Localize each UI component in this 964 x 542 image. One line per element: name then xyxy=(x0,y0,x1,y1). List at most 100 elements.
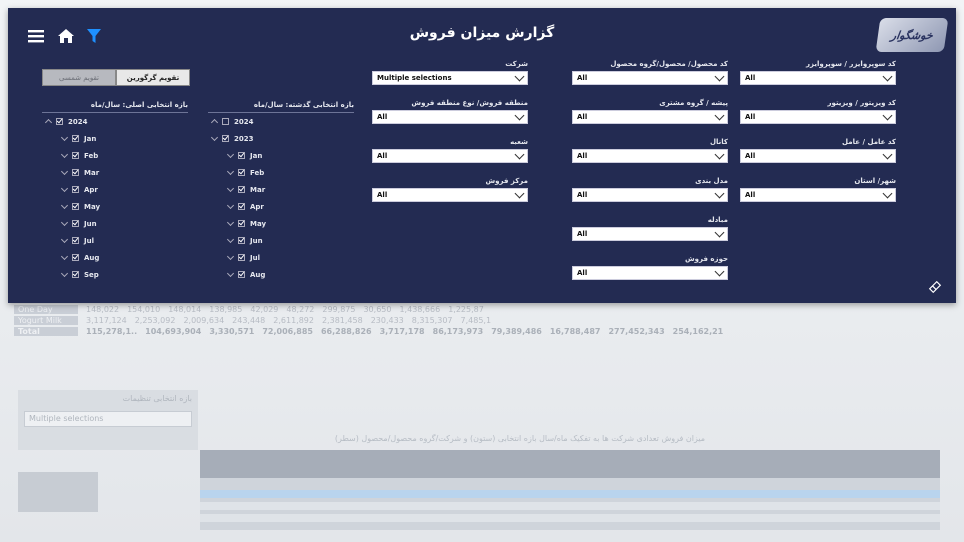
chevron-down-icon[interactable] xyxy=(60,134,70,144)
business-value: All xyxy=(577,113,588,121)
channel-dropdown[interactable]: All xyxy=(572,149,728,163)
checkbox[interactable] xyxy=(238,271,245,278)
sales-area-filter: حوزه فروش All xyxy=(572,255,728,280)
checkbox[interactable] xyxy=(238,186,245,193)
chevron-down-icon[interactable] xyxy=(60,253,70,263)
gregorian-calendar-button[interactable]: تقویم گرگورین xyxy=(116,69,190,86)
cell: 1,438,666 xyxy=(399,305,441,314)
chevron-up-icon[interactable] xyxy=(44,117,54,127)
tree-item-label: Apr xyxy=(84,185,98,194)
tree-month-item[interactable]: Feb xyxy=(42,147,188,164)
chevron-down-icon[interactable] xyxy=(226,202,236,212)
supervisor-dropdown[interactable]: All xyxy=(740,71,896,85)
checkbox[interactable] xyxy=(238,220,245,227)
checkbox[interactable] xyxy=(72,152,79,159)
tree-month-item[interactable]: Jun xyxy=(42,215,188,232)
checkbox[interactable] xyxy=(72,203,79,210)
distributor-value: All xyxy=(745,113,756,121)
checkbox[interactable] xyxy=(56,118,63,125)
checkbox[interactable] xyxy=(72,254,79,261)
chevron-down-icon[interactable] xyxy=(226,270,236,280)
tree-month-item[interactable]: Jul xyxy=(42,232,188,249)
checkbox[interactable] xyxy=(238,152,245,159)
cell: 3,117,124 xyxy=(86,316,127,325)
company-dropdown[interactable]: Multiple selections xyxy=(372,71,528,85)
chevron-down-icon[interactable] xyxy=(210,134,220,144)
product-label: کد محصول/ محصول/گروه محصول xyxy=(610,60,728,68)
checkbox[interactable] xyxy=(72,237,79,244)
tree-year-item[interactable]: 2024 xyxy=(208,113,354,130)
sales-region-dropdown[interactable]: All xyxy=(372,110,528,124)
tree-month-item[interactable]: Aug xyxy=(42,249,188,266)
tree-month-item[interactable]: Jan xyxy=(42,130,188,147)
exchange-value: All xyxy=(577,230,588,238)
chevron-down-icon xyxy=(882,149,893,160)
chevron-up-icon[interactable] xyxy=(210,117,220,127)
chevron-down-icon[interactable] xyxy=(60,151,70,161)
cell: 3,330,571 xyxy=(209,327,255,336)
sales-center-dropdown[interactable]: All xyxy=(372,188,528,202)
tree-month-item[interactable]: Mar xyxy=(42,164,188,181)
tree-year-item[interactable]: 2024 xyxy=(42,113,188,130)
branch-dropdown[interactable]: All xyxy=(372,149,528,163)
chevron-down-icon[interactable] xyxy=(226,253,236,263)
tree-item-label: May xyxy=(250,219,267,228)
city-dropdown[interactable]: All xyxy=(740,188,896,202)
chevron-down-icon[interactable] xyxy=(60,185,70,195)
checkbox[interactable] xyxy=(72,220,79,227)
exchange-dropdown[interactable]: All xyxy=(572,227,728,241)
chevron-down-icon[interactable] xyxy=(60,236,70,246)
sales-center-label: مرکز فروش xyxy=(485,177,529,185)
checkbox[interactable] xyxy=(222,135,229,142)
tree-month-item[interactable]: Mar xyxy=(208,181,354,198)
chevron-down-icon[interactable] xyxy=(226,168,236,178)
checkbox[interactable] xyxy=(72,169,79,176)
tree-month-item[interactable]: Sep xyxy=(42,266,188,283)
agent-filter: کد عامل / عامل All xyxy=(740,138,896,163)
chevron-down-icon[interactable] xyxy=(60,168,70,178)
tree-month-item[interactable]: Apr xyxy=(208,198,354,215)
product-dropdown[interactable]: All xyxy=(572,71,728,85)
cell: 2,611,892 xyxy=(273,316,314,325)
background-table: One Day 148,022 154,010 148,014 138,985 … xyxy=(14,304,954,348)
checkbox[interactable] xyxy=(72,186,79,193)
checkbox[interactable] xyxy=(238,169,245,176)
checkbox[interactable] xyxy=(238,254,245,261)
classification-dropdown[interactable]: All xyxy=(572,188,728,202)
chevron-down-icon xyxy=(714,266,725,277)
tree-month-item[interactable]: Apr xyxy=(42,181,188,198)
checkbox[interactable] xyxy=(238,237,245,244)
chevron-down-icon[interactable] xyxy=(60,219,70,229)
chevron-down-icon[interactable] xyxy=(226,151,236,161)
sales-center-filter: مرکز فروش All xyxy=(372,177,528,202)
main-period-header: بازه انتخابی اصلی: سال/ماه xyxy=(42,101,188,113)
shamsi-calendar-button[interactable]: تقویم شمسی xyxy=(42,69,116,86)
main-period-slicer: بازه انتخابی اصلی: سال/ماه 2024 Jan Feb Mar… xyxy=(42,101,188,283)
sales-area-dropdown[interactable]: All xyxy=(572,266,728,280)
chevron-down-icon[interactable] xyxy=(226,219,236,229)
eraser-icon[interactable] xyxy=(928,279,942,294)
chevron-down-icon[interactable] xyxy=(226,185,236,195)
checkbox[interactable] xyxy=(238,203,245,210)
chevron-down-icon[interactable] xyxy=(60,270,70,280)
agent-dropdown[interactable]: All xyxy=(740,149,896,163)
distributor-label: کد ویزیتور / ویزیتور xyxy=(827,99,896,107)
chevron-down-icon[interactable] xyxy=(60,202,70,212)
checkbox[interactable] xyxy=(222,118,229,125)
tree-month-item[interactable]: Jul xyxy=(208,249,354,266)
tree-month-item[interactable]: Aug xyxy=(208,266,354,283)
business-dropdown[interactable]: All xyxy=(572,110,728,124)
tree-month-item[interactable]: May xyxy=(42,198,188,215)
tree-month-item[interactable]: Jan xyxy=(208,147,354,164)
chevron-down-icon[interactable] xyxy=(226,236,236,246)
cell: 254,162,21 xyxy=(672,327,724,336)
checkbox[interactable] xyxy=(72,271,79,278)
tree-month-item[interactable]: May xyxy=(208,215,354,232)
distributor-dropdown[interactable]: All xyxy=(740,110,896,124)
tree-month-item[interactable]: Feb xyxy=(208,164,354,181)
chevron-down-icon xyxy=(714,227,725,238)
tree-month-item[interactable]: Jun xyxy=(208,232,354,249)
cell: 1,225,87 xyxy=(448,305,484,314)
checkbox[interactable] xyxy=(72,135,79,142)
tree-year-item[interactable]: 2023 xyxy=(208,130,354,147)
